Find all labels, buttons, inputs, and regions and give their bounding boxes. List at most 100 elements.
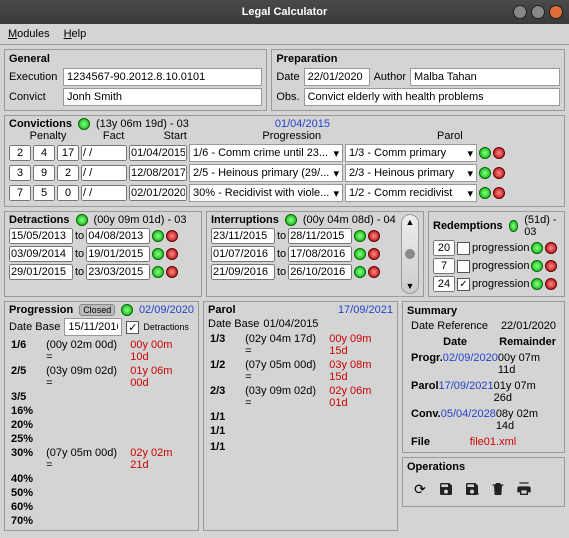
fraction: 60% xyxy=(11,501,41,513)
chevron-down-icon: ▾ xyxy=(333,147,339,160)
prep-author-input[interactable] xyxy=(410,68,560,86)
prep-obs-input[interactable] xyxy=(304,88,560,106)
chevron-up-icon[interactable]: ▲ xyxy=(406,217,415,227)
from-input[interactable] xyxy=(211,246,275,262)
convictions-panel: Convictions (13y 06m 19d) - 03 01/04/201… xyxy=(4,115,565,207)
fact-input[interactable] xyxy=(81,185,127,201)
delete-icon[interactable] xyxy=(368,248,380,260)
from-input[interactable] xyxy=(9,228,73,244)
parol-select[interactable]: 1/3 - Comm primary▾ xyxy=(345,144,477,162)
ok-icon[interactable] xyxy=(531,260,543,272)
chevron-down-icon: ▾ xyxy=(467,167,473,180)
from-input[interactable] xyxy=(9,264,73,280)
progression-select[interactable]: 1/6 - Comm crime until 23...▾ xyxy=(189,144,343,162)
ok-icon[interactable] xyxy=(531,278,543,290)
delete-icon[interactable] xyxy=(166,230,178,242)
prog-db-input[interactable] xyxy=(64,318,122,336)
delete-icon[interactable] xyxy=(166,266,178,278)
delete-icon[interactable] xyxy=(493,147,505,159)
add-icon[interactable] xyxy=(285,214,297,226)
print-icon[interactable] xyxy=(515,480,533,498)
redm-n[interactable] xyxy=(433,258,455,274)
minimize-button[interactable] xyxy=(513,5,527,19)
progression-select[interactable]: 30% - Recidivist with viole...▾ xyxy=(189,184,343,202)
trash-icon[interactable] xyxy=(489,480,507,498)
add-icon[interactable] xyxy=(78,118,90,130)
ok-icon[interactable] xyxy=(152,266,164,278)
ok-icon[interactable] xyxy=(531,242,543,254)
close-button[interactable] xyxy=(549,5,563,19)
ok-icon[interactable] xyxy=(152,230,164,242)
ok-icon[interactable] xyxy=(354,230,366,242)
fraction: 1/6 xyxy=(11,339,40,363)
penalty-m[interactable] xyxy=(33,165,55,181)
ok-icon[interactable] xyxy=(479,147,491,159)
penalty-d[interactable] xyxy=(57,185,79,201)
redm-check[interactable] xyxy=(457,260,470,273)
redm-row: ✓ progression xyxy=(433,276,560,292)
redm-row: progression xyxy=(433,240,560,256)
to-input[interactable] xyxy=(86,228,150,244)
penalty-y[interactable] xyxy=(9,185,31,201)
refresh-icon[interactable]: ⟳ xyxy=(411,480,429,498)
frac-row: 70% xyxy=(9,514,194,528)
delete-icon[interactable] xyxy=(368,266,380,278)
progression-panel: Progression Closed 02/09/2020 Date Base … xyxy=(4,301,199,531)
delete-icon[interactable] xyxy=(545,278,557,290)
parol-select[interactable]: 2/3 - Heinous primary▾ xyxy=(345,164,477,182)
delete-icon[interactable] xyxy=(545,260,557,272)
to-input[interactable] xyxy=(288,264,352,280)
to-input[interactable] xyxy=(86,246,150,262)
penalty-m[interactable] xyxy=(33,185,55,201)
redm-check[interactable]: ✓ xyxy=(457,278,470,291)
prep-date-input[interactable] xyxy=(304,68,370,86)
start-input[interactable] xyxy=(129,145,187,161)
from-input[interactable] xyxy=(211,228,275,244)
from-input[interactable] xyxy=(9,246,73,262)
sum-h-rem: Remainder xyxy=(499,336,556,348)
fact-input[interactable] xyxy=(81,165,127,181)
delete-icon[interactable] xyxy=(368,230,380,242)
penalty-d[interactable] xyxy=(57,145,79,161)
ok-icon[interactable] xyxy=(479,167,491,179)
maximize-button[interactable] xyxy=(531,5,545,19)
redm-n[interactable] xyxy=(433,276,455,292)
to-input[interactable] xyxy=(288,246,352,262)
prog-date: 02/09/2020 xyxy=(139,304,194,316)
redm-n[interactable] xyxy=(433,240,455,256)
chevron-down-icon[interactable]: ▼ xyxy=(406,281,415,291)
redm-check[interactable] xyxy=(457,242,470,255)
save-as-icon[interactable] xyxy=(463,480,481,498)
exec-input[interactable] xyxy=(63,68,262,86)
from-input[interactable] xyxy=(211,264,275,280)
ok-icon[interactable] xyxy=(354,266,366,278)
start-input[interactable] xyxy=(129,165,187,181)
ok-icon[interactable] xyxy=(354,248,366,260)
penalty-m[interactable] xyxy=(33,145,55,161)
delete-icon[interactable] xyxy=(493,187,505,199)
ok-icon[interactable] xyxy=(152,248,164,260)
penalty-d[interactable] xyxy=(57,165,79,181)
menu-help[interactable]: Help xyxy=(64,28,87,40)
add-icon[interactable] xyxy=(76,214,88,226)
delete-icon[interactable] xyxy=(166,248,178,260)
to-input[interactable] xyxy=(86,264,150,280)
penalty-y[interactable] xyxy=(9,165,31,181)
prog-detr-check[interactable]: ✓ xyxy=(126,321,139,334)
fraction: 50% xyxy=(11,487,41,499)
save-icon[interactable] xyxy=(437,480,455,498)
delete-icon[interactable] xyxy=(545,242,557,254)
start-input[interactable] xyxy=(129,185,187,201)
slider[interactable]: ▲ ▼ xyxy=(401,214,419,294)
delete-icon[interactable] xyxy=(493,167,505,179)
ok-icon[interactable] xyxy=(479,187,491,199)
menu-modules[interactable]: Modules xyxy=(8,28,50,40)
add-icon[interactable] xyxy=(509,220,519,232)
to-input[interactable] xyxy=(288,228,352,244)
parol-select[interactable]: 1/2 - Comm recidivist▾ xyxy=(345,184,477,202)
penalty-y[interactable] xyxy=(9,145,31,161)
fact-input[interactable] xyxy=(81,145,127,161)
progression-select[interactable]: 2/5 - Heinous primary (29/...▾ xyxy=(189,164,343,182)
slider-thumb[interactable] xyxy=(405,249,415,259)
convict-input[interactable] xyxy=(63,88,262,106)
